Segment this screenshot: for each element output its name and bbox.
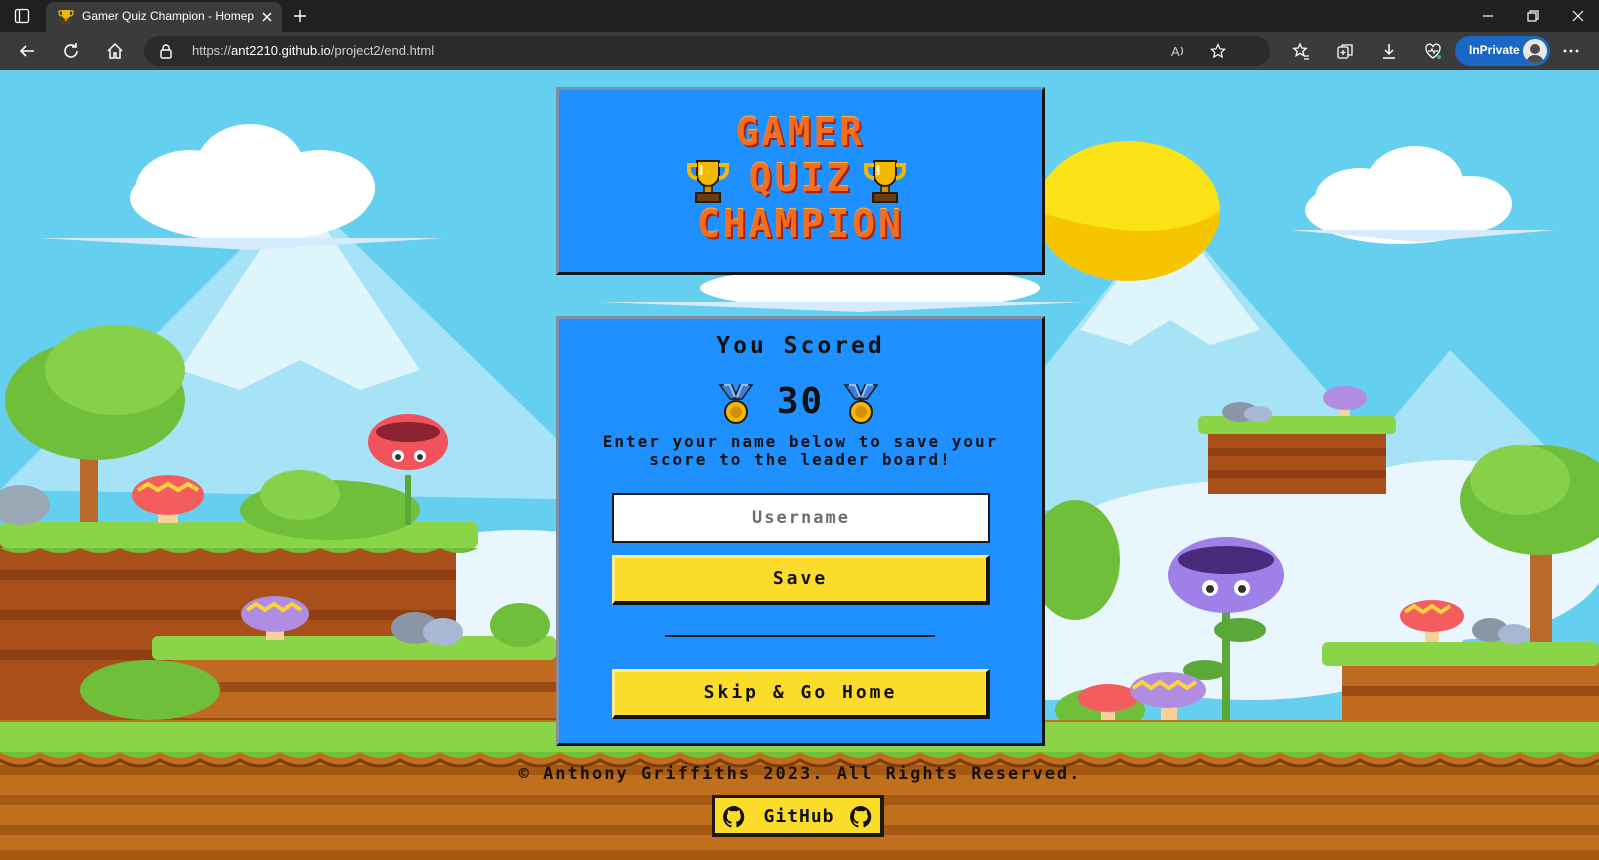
new-tab-icon[interactable] [292, 8, 308, 24]
url-text[interactable]: https://ant2210.github.io/project2/end.h… [192, 43, 434, 61]
downloads-icon[interactable] [1380, 42, 1398, 60]
restore-icon[interactable] [1525, 8, 1541, 24]
close-window-icon[interactable] [1570, 8, 1586, 24]
trophy-icon [687, 160, 729, 203]
medal-icon [843, 384, 879, 424]
username-input[interactable] [612, 493, 990, 543]
profile-avatar [1523, 39, 1547, 63]
skip-go-home-button[interactable]: Skip & Go Home [612, 669, 990, 719]
logo-line-champion: CHAMPION [696, 202, 905, 246]
score-panel: You Scored 30 Enter your name below to s… [556, 316, 1045, 746]
logo-panel: GAMER QUIZ CHAMPION [556, 87, 1045, 275]
browser-essentials-icon[interactable] [1424, 42, 1442, 60]
tab-title: Gamer Quiz Champion - Homep [82, 9, 254, 23]
lock-icon[interactable] [158, 43, 174, 59]
minimize-icon[interactable] [1480, 8, 1496, 24]
tab-actions-icon[interactable] [14, 8, 30, 24]
inprivate-label: InPrivate [1469, 43, 1520, 57]
inprivate-profile-button[interactable]: InPrivate [1455, 36, 1550, 66]
close-tab-icon[interactable] [260, 10, 274, 24]
favorites-icon[interactable] [1292, 42, 1310, 60]
score-value: 30 [776, 381, 825, 422]
url-scheme: https:// [192, 43, 232, 58]
back-icon[interactable] [18, 42, 36, 60]
divider [665, 635, 935, 637]
url-path: /project2/end.html [330, 43, 435, 58]
trophy-icon [864, 160, 906, 203]
browser-toolbar: https://ant2210.github.io/project2/end.h… [0, 32, 1599, 70]
page-viewport: GAMER QUIZ CHAMPION You Scored 30 Enter … [0, 70, 1599, 860]
collections-icon[interactable] [1336, 42, 1354, 60]
browser-titlebar: Gamer Quiz Champion - Homep [0, 0, 1599, 32]
copyright-text: © Anthony Griffiths 2023. All Rights Res… [518, 764, 1082, 784]
logo-line-quiz: QUIZ [748, 156, 853, 200]
url-host: ant2210.github.io [231, 43, 331, 58]
logo-line-gamer: GAMER [735, 110, 866, 154]
github-icon [850, 806, 872, 828]
url-bar[interactable]: https://ant2210.github.io/project2/end.h… [144, 36, 1270, 66]
read-aloud-icon[interactable]: A [1170, 43, 1186, 59]
refresh-icon[interactable] [62, 42, 80, 60]
trophy-favicon-icon [58, 10, 74, 24]
score-heading: You Scored [716, 333, 885, 359]
save-button[interactable]: Save [612, 555, 990, 605]
avatar-person-icon [1526, 44, 1544, 63]
favorite-star-icon[interactable] [1210, 43, 1226, 59]
github-label: GitHub [763, 806, 835, 827]
save-score-instructions: Enter your name below to save your score… [602, 432, 999, 469]
home-icon[interactable] [106, 42, 124, 60]
github-link-button[interactable]: GitHub [712, 795, 884, 837]
browser-tab-active[interactable]: Gamer Quiz Champion - Homep [46, 2, 282, 32]
more-options-icon[interactable] [1562, 42, 1580, 60]
github-icon [723, 806, 745, 828]
svg-text:A: A [1171, 44, 1180, 59]
